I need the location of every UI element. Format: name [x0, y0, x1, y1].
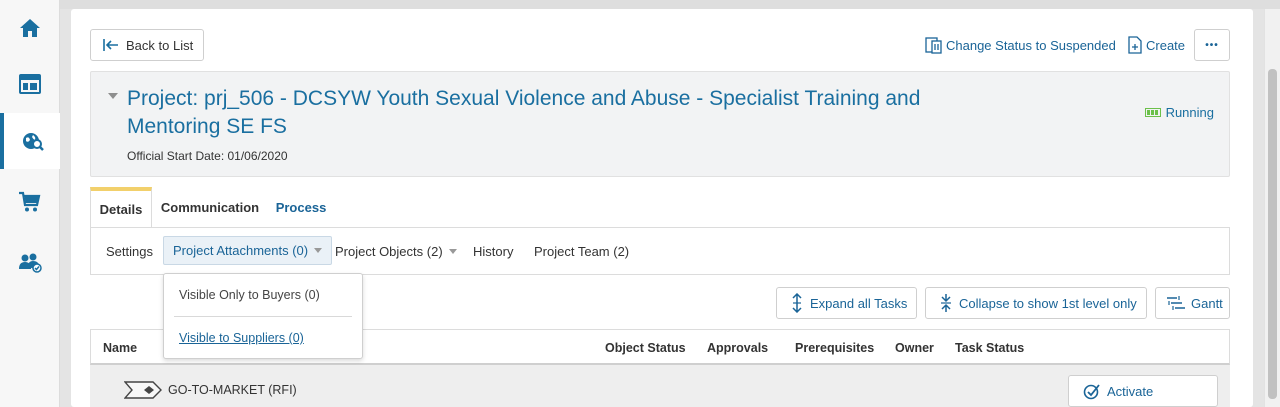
more-dots-icon: ••• [1205, 39, 1219, 51]
column-owner[interactable]: Owner [895, 341, 934, 355]
official-start-date: Official Start Date: 01/06/2020 [127, 149, 288, 163]
table-row: GO-TO-MARKET (RFI) Activate [90, 365, 1230, 407]
column-approvals[interactable]: Approvals [707, 341, 768, 355]
users-icon [19, 253, 42, 273]
column-prerequisites[interactable]: Prerequisites [795, 341, 874, 355]
status-badge: Running [1144, 105, 1214, 120]
tab-communication[interactable]: Communication [156, 187, 264, 228]
collapse-first-level-button[interactable]: Collapse to show 1st level only [925, 287, 1147, 319]
subtab-objects-label: Project Objects (2) [335, 243, 443, 259]
create-document-icon [1128, 36, 1142, 54]
gantt-icon [1167, 296, 1185, 310]
nav-dashboard[interactable] [0, 56, 60, 112]
phase-chevron-icon [124, 381, 162, 399]
dropdown-caret-icon [314, 248, 323, 253]
expand-icon [792, 293, 802, 313]
back-to-list-button[interactable]: Back to List [90, 29, 204, 61]
phase-name[interactable]: GO-TO-MARKET (RFI) [168, 383, 297, 397]
subtab-settings[interactable]: Settings [106, 228, 153, 274]
column-object-status[interactable]: Object Status [605, 341, 686, 355]
activate-button[interactable]: Activate [1068, 375, 1218, 407]
expand-all-tasks-button[interactable]: Expand all Tasks [776, 287, 917, 319]
nav-projects[interactable] [0, 113, 60, 169]
home-icon [20, 19, 40, 37]
back-arrow-icon [103, 39, 118, 51]
dashboard-icon [19, 74, 41, 94]
column-task-status[interactable]: Task Status [955, 341, 1024, 355]
collapse-icon [941, 294, 951, 312]
change-status-label: Change Status to Suspended [946, 37, 1116, 53]
activate-label: Activate [1107, 383, 1154, 399]
subtab-project-objects[interactable]: Project Objects (2) [335, 228, 457, 274]
sub-tabs: Settings Project Attachments (0) Project… [90, 227, 1230, 275]
collapse-caret-icon[interactable] [108, 93, 118, 99]
menu-divider [174, 316, 352, 317]
collapse-label: Collapse to show 1st level only [959, 295, 1137, 311]
column-name[interactable]: Name [103, 341, 137, 355]
cart-icon [19, 191, 41, 212]
tab-process-label: Process [275, 200, 327, 215]
nav-home[interactable] [0, 0, 60, 56]
activate-check-icon [1083, 384, 1100, 400]
subtab-team-label: Project Team (2) [534, 243, 630, 259]
side-navigation [0, 0, 60, 407]
tab-process[interactable]: Process [268, 187, 334, 228]
status-label: Running [1165, 105, 1214, 120]
create-link[interactable]: Create [1127, 36, 1185, 54]
tab-communication-label: Communication [160, 200, 260, 215]
global-search-icon [23, 133, 44, 151]
scrollbar-thumb[interactable] [1268, 69, 1277, 399]
page-scrollbar[interactable] [1264, 9, 1280, 407]
nav-users[interactable] [0, 234, 60, 290]
dropdown-caret-icon [448, 248, 457, 254]
project-title: Project: prj_506 - DCSYW Youth Sexual Vi… [127, 87, 921, 138]
back-to-list-label: Back to List [126, 37, 194, 53]
subtab-settings-label: Settings [106, 243, 153, 259]
subtab-history[interactable]: History [473, 228, 513, 274]
subtab-project-team[interactable]: Project Team (2) [534, 228, 629, 274]
change-status-link[interactable]: Change Status to Suspended [925, 36, 1116, 54]
menu-item-visible-to-buyers[interactable]: Visible Only to Buyers (0) [179, 288, 320, 302]
change-status-icon [925, 37, 942, 54]
subtab-project-attachments[interactable]: Project Attachments (0) [163, 236, 333, 265]
project-header: Project: prj_506 - DCSYW Youth Sexual Vi… [90, 71, 1230, 177]
nav-shopping[interactable] [0, 174, 60, 230]
tab-details[interactable]: Details [90, 187, 152, 228]
gantt-button[interactable]: Gantt [1155, 287, 1230, 319]
subtab-attachments-label: Project Attachments (0) [173, 243, 309, 258]
menu-item-visible-to-suppliers[interactable]: Visible to Suppliers (0) [179, 331, 304, 345]
battery-status-icon [1144, 108, 1161, 117]
gantt-label: Gantt [1191, 295, 1223, 311]
more-actions-button[interactable]: ••• [1194, 29, 1230, 61]
attachments-dropdown-menu: Visible Only to Buyers (0) Visible to Su… [163, 273, 363, 359]
create-label: Create [1146, 37, 1186, 53]
tab-details-label: Details [99, 202, 143, 217]
top-strip [60, 0, 1280, 9]
subtab-history-label: History [473, 243, 514, 259]
expand-all-label: Expand all Tasks [810, 295, 908, 311]
